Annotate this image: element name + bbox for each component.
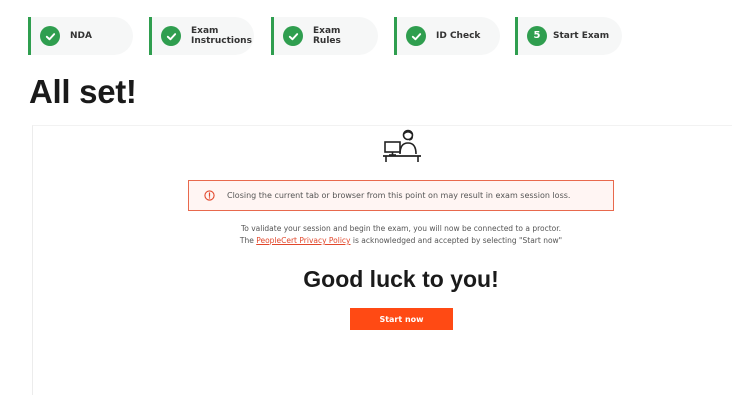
page-title: All set! [29, 73, 137, 110]
exclamation-circle-icon [204, 190, 215, 201]
step-label: ID Check [436, 31, 481, 41]
warning-text: Closing the current tab or browser from … [227, 191, 571, 200]
good-luck-heading: Good luck to you! [303, 266, 499, 292]
step-label: Exam Instructions [191, 26, 252, 46]
step-label: Start Exam [553, 31, 610, 41]
check-icon [283, 26, 303, 46]
step-nda: NDA [28, 17, 133, 55]
privacy-info-text: The PeopleCert Privacy Policy is acknowl… [239, 236, 563, 245]
check-icon [40, 26, 60, 46]
privacy-policy-link[interactable]: PeopleCert Privacy Policy [256, 236, 350, 245]
start-now-button[interactable]: Start now [350, 308, 453, 330]
proctor-info-text: To validate your session and begin the e… [240, 224, 562, 233]
step-start-exam: 5 Start Exam [515, 17, 622, 55]
main-card [32, 125, 732, 395]
step-exam-instructions: Exam Instructions [149, 17, 254, 55]
check-icon [406, 26, 426, 46]
check-icon [161, 26, 181, 46]
session-loss-warning: Closing the current tab or browser from … [188, 180, 614, 211]
step-label: NDA [70, 31, 92, 41]
step-label: Exam Rules [313, 26, 341, 46]
step-exam-rules: Exam Rules [271, 17, 378, 55]
proctor-at-desk-icon [383, 129, 421, 162]
step-number-badge: 5 [527, 26, 547, 46]
step-id-check: ID Check [394, 17, 500, 55]
